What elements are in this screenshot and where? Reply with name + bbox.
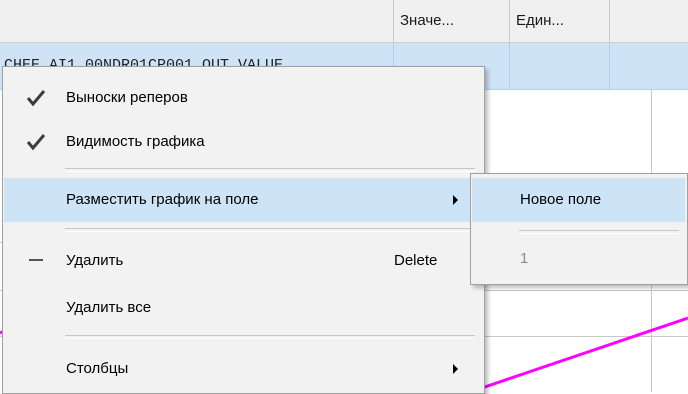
row-units-cell[interactable] — [509, 43, 609, 89]
menu-item-delete[interactable]: Удалить Delete — [4, 239, 482, 283]
menu-item-chart-visibility[interactable]: Видимость графика — [4, 120, 482, 164]
table-header: Значе... Един... — [0, 0, 688, 43]
column-header-value-label: Значе... — [400, 12, 455, 29]
column-header-name[interactable] — [0, 0, 393, 42]
submenu-item-new-field[interactable]: Новое поле — [472, 178, 685, 222]
dash-icon — [29, 259, 43, 261]
submenu-arrow-icon — [453, 195, 458, 205]
menu-item-label: Выноски реперов — [66, 89, 188, 106]
submenu-arrow-icon — [453, 364, 458, 374]
menu-item-label: Удалить — [66, 252, 124, 269]
column-header-units-label: Един... — [516, 12, 564, 29]
menu-item-delete-all[interactable]: Удалить все — [4, 286, 482, 330]
menu-item-label: Разместить график на поле — [66, 191, 259, 208]
checkmark-icon — [26, 90, 46, 107]
menu-item-label: Удалить все — [66, 299, 152, 316]
menu-item-label: Видимость графика — [66, 133, 205, 150]
menu-item-shortcut: Delete — [394, 252, 438, 269]
menu-separator — [65, 168, 475, 172]
submenu-place-chart: Новое поле 1 — [470, 173, 688, 285]
column-header-value[interactable]: Значе... — [393, 0, 509, 42]
menu-separator — [65, 335, 475, 339]
submenu-item-field-1[interactable]: 1 — [472, 237, 685, 281]
submenu-item-label: Новое поле — [520, 191, 602, 208]
column-header-extra[interactable] — [609, 0, 688, 42]
menu-item-label: Столбцы — [66, 360, 129, 377]
submenu-separator — [519, 230, 679, 234]
checkmark-icon — [26, 134, 46, 151]
menu-item-columns[interactable]: Столбцы — [4, 347, 482, 391]
row-extra-cell[interactable] — [609, 43, 688, 89]
menu-separator — [65, 228, 475, 232]
submenu-item-label: 1 — [520, 250, 529, 267]
trend-line-right — [469, 316, 688, 392]
context-menu: Выноски реперов Видимость графика Размес… — [2, 66, 485, 394]
column-header-units[interactable]: Един... — [509, 0, 609, 42]
menu-item-place-chart-on-field[interactable]: Разместить график на поле — [4, 178, 482, 222]
menu-item-marker-callouts[interactable]: Выноски реперов — [4, 76, 482, 120]
